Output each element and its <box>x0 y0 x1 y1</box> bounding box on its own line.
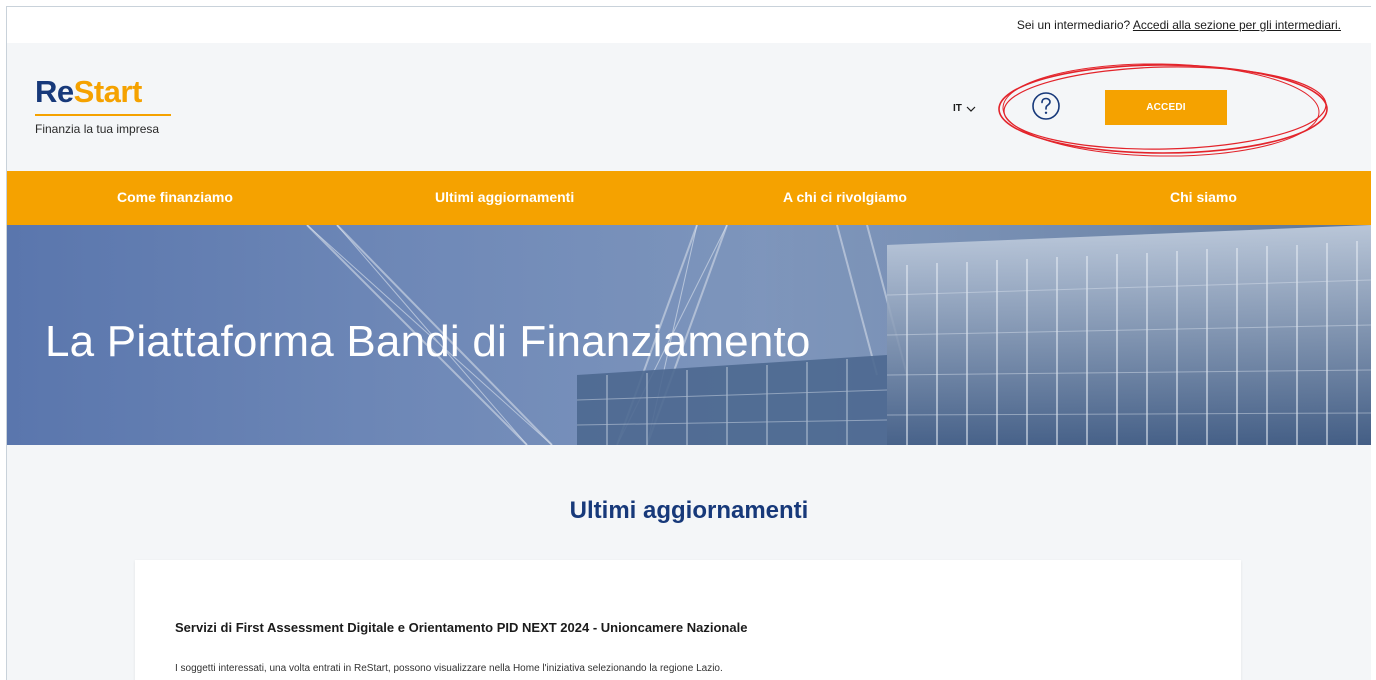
update-card[interactable]: Servizi di First Assessment Digitale e O… <box>135 560 1241 680</box>
hero-title: La Piattaforma Bandi di Finanziamento <box>45 317 811 366</box>
language-selector[interactable]: IT <box>953 103 976 114</box>
intermediary-login-link[interactable]: Accedi alla sezione per gli intermediari… <box>1133 18 1341 32</box>
updates-section-title: Ultimi aggiornamenti <box>569 497 809 524</box>
nav-item-come-finanziamo[interactable]: Come finanziamo <box>117 189 233 205</box>
logo-underline <box>35 114 171 116</box>
main-navigation: Come finanziamo Ultimi aggiornamenti A c… <box>7 171 1371 225</box>
update-title[interactable]: Servizi di First Assessment Digitale e O… <box>175 620 747 635</box>
login-button[interactable]: ACCEDI <box>1105 90 1227 125</box>
logo-tagline: Finanzia la tua impresa <box>35 122 160 136</box>
hero-banner: La Piattaforma Bandi di Finanziamento <box>7 225 1371 445</box>
site-header: ReStart Finanzia la tua impresa IT ACCED… <box>7 43 1371 171</box>
nav-item-a-chi-ci-rivolgiamo[interactable]: A chi ci rivolgiamo <box>783 189 907 205</box>
restart-logo[interactable]: ReStart Finanzia la tua impresa <box>35 75 171 136</box>
help-icon[interactable] <box>1031 91 1061 121</box>
logo-part-re: Re <box>35 74 74 109</box>
update-description: I soggetti interessati, una volta entrat… <box>175 663 723 674</box>
logo-wordmark: ReStart <box>35 75 171 109</box>
top-utility-bar: Sei un intermediario? Accedi alla sezion… <box>7 7 1371 43</box>
chevron-down-icon <box>966 106 976 112</box>
intermediary-notice: Sei un intermediario? Accedi alla sezion… <box>1017 18 1341 32</box>
nav-item-chi-siamo[interactable]: Chi siamo <box>1170 189 1237 205</box>
nav-item-ultimi-aggiornamenti[interactable]: Ultimi aggiornamenti <box>435 189 574 205</box>
intermediary-question: Sei un intermediario? <box>1016 18 1131 32</box>
page: Sei un intermediario? Accedi alla sezion… <box>6 6 1371 680</box>
language-label: IT <box>953 103 962 114</box>
logo-part-start: Start <box>73 74 143 109</box>
